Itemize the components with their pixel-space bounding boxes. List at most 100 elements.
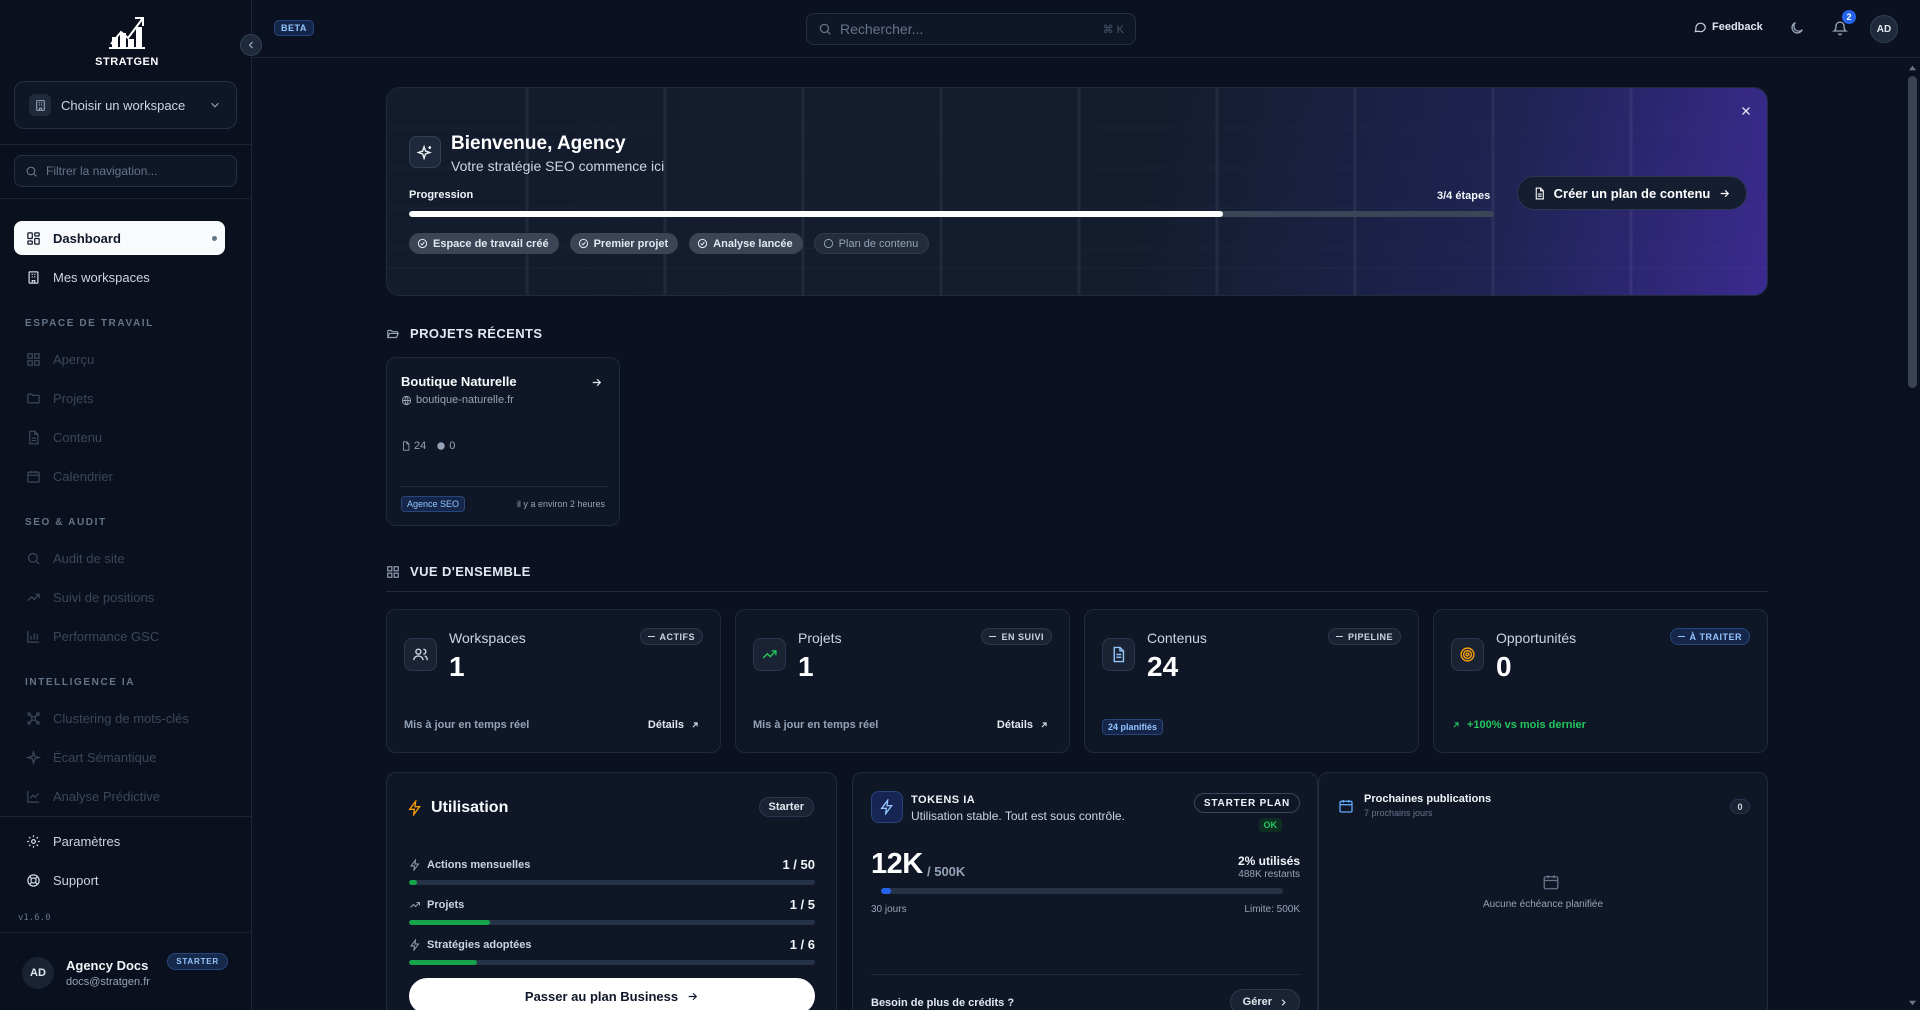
- sidebar-item-predictive[interactable]: Analyse Prédictive: [14, 779, 225, 813]
- usage-row: Projets 1 / 5: [409, 897, 815, 925]
- stat-label: Projets: [798, 630, 842, 646]
- check-circle-icon: [697, 238, 708, 249]
- check-circle-icon: [417, 238, 428, 249]
- scroll-down-icon[interactable]: [1908, 998, 1917, 1007]
- manage-credits-button[interactable]: Gérer: [1229, 989, 1300, 1010]
- search-icon: [25, 165, 46, 178]
- section-title: VUE D'ENSEMBLE: [410, 564, 531, 579]
- usage-heading: Utilisation: [407, 799, 508, 817]
- usage-row: Stratégies adoptées 1 / 6: [409, 937, 815, 965]
- tokens-bar: [881, 888, 1283, 894]
- target-icon: [436, 441, 446, 451]
- sidebar-item-support[interactable]: Support: [14, 863, 225, 897]
- project-card[interactable]: Boutique Naturelle boutique-naturelle.fr…: [386, 357, 620, 526]
- trending-icon: [26, 590, 41, 605]
- usage-value: 1 / 50: [782, 857, 815, 872]
- global-search[interactable]: ⌘ K: [806, 13, 1136, 45]
- sidebar-item-contenu[interactable]: Contenu: [14, 420, 225, 454]
- sidebar-divider: [0, 816, 252, 817]
- sidebar-item-parametres[interactable]: Paramètres: [14, 824, 225, 858]
- details-link[interactable]: Détails: [648, 719, 700, 731]
- project-contents-count: 24: [414, 440, 427, 452]
- divider: [871, 974, 1301, 975]
- plan-badge: Starter: [758, 797, 814, 817]
- target-icon: [1451, 638, 1484, 671]
- sidebar-item-workspaces[interactable]: Mes workspaces: [14, 260, 225, 294]
- search-icon: [26, 551, 41, 566]
- publications-title: Prochaines publications: [1364, 793, 1492, 805]
- arrow-up-right-icon: [1451, 720, 1467, 730]
- feedback-button[interactable]: Feedback: [1693, 20, 1763, 34]
- usage-bar: [409, 920, 815, 925]
- nav-filter-input[interactable]: [46, 164, 226, 178]
- empty-state-text: Aucune échéance planifiée: [1482, 899, 1604, 910]
- message-icon: [1693, 20, 1712, 34]
- beta-badge: BETA: [274, 20, 314, 36]
- scroll-up-icon[interactable]: [1908, 64, 1917, 73]
- sidebar-item-clustering[interactable]: Clustering de mots-clés: [14, 701, 225, 735]
- file-icon: [1533, 187, 1546, 200]
- user-name: Agency Docs: [66, 958, 149, 973]
- sidebar-item-positions[interactable]: Suivi de positions: [14, 580, 225, 614]
- usage-bar-fill: [409, 920, 491, 925]
- page-scrollbar[interactable]: [1905, 62, 1919, 1010]
- upgrade-plan-button[interactable]: Passer au plan Business: [409, 978, 815, 1010]
- sidebar-item-apercu[interactable]: Aperçu: [14, 342, 225, 376]
- stat-badge: EN SUIVI: [981, 628, 1052, 645]
- workspace-select-label: Choisir un workspace: [61, 97, 186, 113]
- sidebar-item-gsc[interactable]: Performance GSC: [14, 619, 225, 653]
- tokens-title: TOKENS IA: [911, 794, 976, 806]
- sidebar-item-dashboard[interactable]: Dashboard: [14, 221, 225, 255]
- usage-value: 1 / 5: [789, 897, 815, 912]
- moon-icon[interactable]: [1789, 20, 1805, 36]
- sidebar-collapse-button[interactable]: [240, 34, 262, 56]
- status-badge: OK: [1258, 818, 1282, 832]
- users-icon: [404, 638, 437, 671]
- sidebar-item-label: Paramètres: [53, 833, 121, 849]
- details-link[interactable]: Détails: [997, 719, 1049, 731]
- sidebar-item-label: Performance GSC: [53, 628, 160, 644]
- notification-count: 2: [1842, 10, 1856, 24]
- sidebar-item-ecart[interactable]: Écart Sémantique: [14, 740, 225, 774]
- scrollbar-thumb[interactable]: [1908, 76, 1917, 388]
- trend-label: +100% vs mois dernier: [1467, 719, 1586, 731]
- stat-label: Contenus: [1147, 630, 1207, 646]
- stat-badge: ACTIFS: [639, 628, 703, 645]
- brand-logo[interactable]: STRATGEN: [94, 10, 160, 68]
- nav-section-title: INTELLIGENCE IA: [25, 677, 136, 688]
- sidebar-item-calendrier[interactable]: Calendrier: [14, 459, 225, 493]
- stat-badge-label: EN SUIVI: [1001, 631, 1044, 642]
- cta-label: Créer un plan de contenu: [1553, 185, 1711, 201]
- avatar[interactable]: AD: [1870, 15, 1898, 43]
- step-label: Plan de contenu: [838, 237, 919, 250]
- app-version: v1.6.0: [18, 913, 51, 923]
- sidebar-item-projets[interactable]: Projets: [14, 381, 225, 415]
- sidebar-item-audit[interactable]: Audit de site: [14, 541, 225, 575]
- project-name: Boutique Naturelle: [401, 374, 517, 389]
- arrow-right-icon: [1718, 187, 1731, 200]
- project-stats: 24 0: [401, 440, 455, 452]
- search-input[interactable]: [840, 21, 1103, 37]
- tokens-limit: Limite: 500K: [1244, 904, 1300, 915]
- create-content-plan-button[interactable]: Créer un plan de contenu: [1517, 176, 1747, 210]
- progress-steps: 3/4 étapes: [1437, 190, 1491, 202]
- stat-badge-label: À TRAITER: [1689, 631, 1742, 642]
- stat-badge: À TRAITER: [1669, 628, 1750, 645]
- stat-badge-label: ACTIFS: [659, 631, 695, 642]
- user-profile[interactable]: AD Agency Docs docs@stratgen.fr STARTER: [22, 953, 242, 993]
- publications-subtitle: 7 prochains jours: [1364, 808, 1433, 818]
- workspace-select[interactable]: Choisir un workspace: [14, 81, 237, 129]
- stat-card-workspaces: Workspaces 1 ACTIFS Mis à jour en temps …: [386, 609, 721, 753]
- stat-value: 0: [1496, 651, 1512, 682]
- progress-bar: [409, 211, 1494, 217]
- grid-icon: [386, 565, 400, 579]
- sidebar-item-label: Contenu: [53, 429, 103, 445]
- tokens-percent: 2% utilisés: [1237, 854, 1300, 868]
- close-icon[interactable]: [1739, 104, 1753, 118]
- nav-filter[interactable]: [14, 155, 237, 187]
- chevron-right-icon: [1272, 997, 1289, 1008]
- stat-footer: Mis à jour en temps réel: [753, 719, 879, 731]
- arrow-right-icon[interactable]: [590, 376, 603, 389]
- calendar-icon: [1542, 873, 1560, 891]
- sidebar-item-label: Analyse Prédictive: [53, 788, 160, 804]
